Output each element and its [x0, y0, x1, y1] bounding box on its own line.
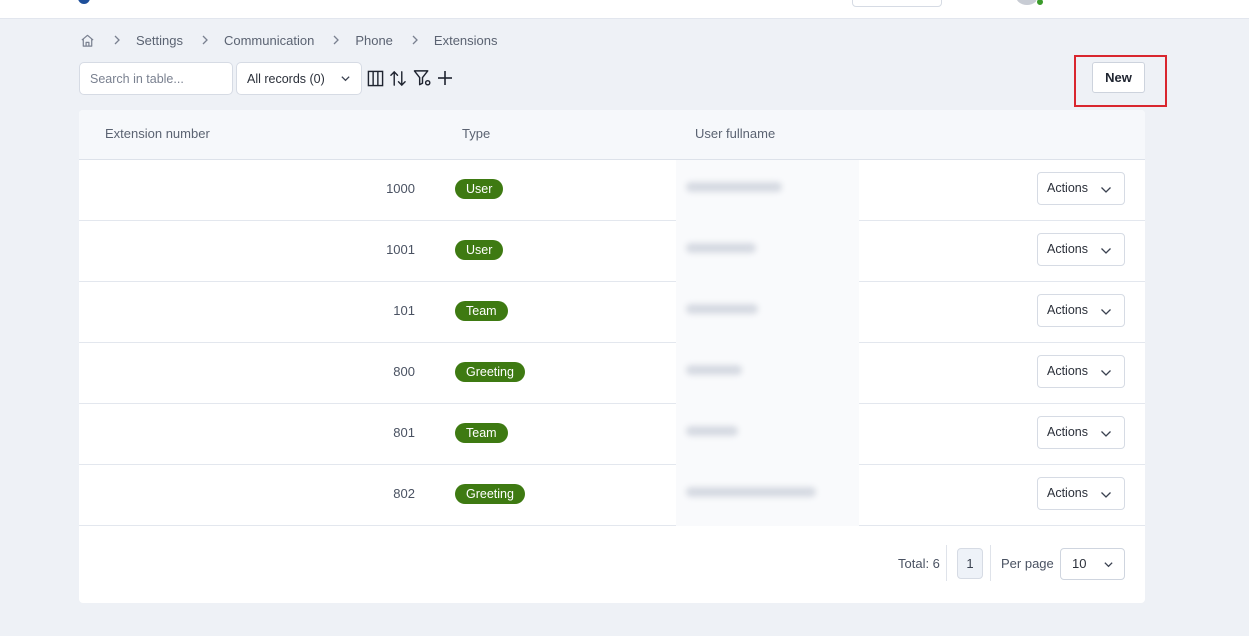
type-badge: Greeting — [455, 484, 525, 504]
chevron-down-icon — [1101, 431, 1111, 437]
user-fullname-redacted — [676, 282, 859, 343]
user-fullname-redacted — [676, 160, 859, 221]
chevron-down-icon — [1101, 248, 1111, 254]
user-fullname-redacted — [676, 465, 859, 526]
actions-dropdown[interactable]: Actions — [1037, 294, 1125, 327]
header-type[interactable]: Type — [462, 126, 490, 141]
extensions-table: Extension number Type User fullname 1000… — [79, 110, 1145, 603]
breadcrumb-communication[interactable]: Communication — [224, 33, 314, 48]
actions-dropdown[interactable]: Actions — [1037, 233, 1125, 266]
records-filter-select[interactable]: All records (0) — [236, 62, 362, 95]
breadcrumb-settings[interactable]: Settings — [136, 33, 183, 48]
type-badge: Team — [455, 423, 508, 443]
user-fullname-redacted — [676, 343, 859, 404]
table-row[interactable]: 800 Greeting Actions — [79, 343, 1145, 404]
sort-icon[interactable] — [388, 68, 408, 88]
divider — [946, 545, 947, 581]
user-fullname-redacted — [676, 221, 859, 282]
header-extension-number[interactable]: Extension number — [105, 126, 210, 141]
app-logo[interactable] — [78, 0, 90, 4]
actions-label: Actions — [1047, 425, 1088, 439]
search-input[interactable] — [79, 62, 233, 95]
new-button[interactable]: New — [1092, 62, 1145, 93]
extension-number: 800 — [393, 364, 415, 379]
total-count: Total: 6 — [898, 556, 940, 571]
filter-settings-icon[interactable] — [412, 68, 432, 88]
actions-dropdown[interactable]: Actions — [1037, 355, 1125, 388]
type-badge: Greeting — [455, 362, 525, 382]
per-page-value: 10 — [1072, 556, 1087, 571]
columns-icon[interactable] — [365, 68, 385, 88]
extension-number: 101 — [393, 303, 415, 318]
top-bar-button[interactable] — [852, 0, 942, 7]
home-icon[interactable] — [79, 32, 95, 48]
actions-dropdown[interactable]: Actions — [1037, 477, 1125, 510]
breadcrumb-extensions: Extensions — [433, 32, 498, 48]
chevron-down-icon — [1101, 492, 1111, 498]
extension-number: 801 — [393, 425, 415, 440]
header-user-fullname[interactable]: User fullname — [695, 126, 775, 141]
per-page-select[interactable]: 10 — [1060, 548, 1125, 580]
table-row[interactable]: 801 Team Actions — [79, 404, 1145, 465]
breadcrumb-separator-icon — [197, 32, 213, 48]
table-row[interactable]: 101 Team Actions — [79, 282, 1145, 343]
chevron-down-icon — [1104, 562, 1113, 568]
per-page-label: Per page — [1001, 556, 1054, 571]
extension-number: 1001 — [386, 242, 415, 257]
table-row[interactable]: 1001 User Actions — [79, 221, 1145, 282]
breadcrumb: Settings Communication Phone Extensions — [79, 31, 498, 49]
actions-label: Actions — [1047, 364, 1088, 378]
breadcrumb-separator-icon — [109, 32, 125, 48]
extension-number: 802 — [393, 486, 415, 501]
page-button-1[interactable]: 1 — [957, 548, 983, 579]
type-badge: User — [455, 179, 504, 199]
breadcrumb-separator-icon — [328, 32, 344, 48]
chevron-down-icon — [1101, 370, 1111, 376]
actions-dropdown[interactable]: Actions — [1037, 416, 1125, 449]
online-status-dot — [1036, 0, 1044, 6]
type-badge: User — [455, 240, 504, 260]
extension-number: 1000 — [386, 181, 415, 196]
actions-label: Actions — [1047, 242, 1088, 256]
table-row[interactable]: 802 Greeting Actions — [79, 465, 1145, 526]
actions-label: Actions — [1047, 303, 1088, 317]
actions-label: Actions — [1047, 181, 1088, 195]
actions-dropdown[interactable]: Actions — [1037, 172, 1125, 205]
records-filter-label: All records (0) — [247, 71, 325, 86]
breadcrumb-phone[interactable]: Phone — [355, 33, 393, 48]
chevron-down-icon — [1101, 309, 1111, 315]
divider — [990, 545, 991, 581]
top-bar — [0, 0, 1249, 19]
actions-label: Actions — [1047, 486, 1088, 500]
chevron-down-icon — [1101, 187, 1111, 193]
plus-icon[interactable] — [435, 68, 455, 88]
table-footer: Total: 6 1 Per page 10 — [79, 526, 1145, 603]
type-badge: Team — [455, 301, 508, 321]
chevron-down-icon — [341, 76, 350, 82]
table-row[interactable]: 1000 User Actions — [79, 160, 1145, 221]
avatar[interactable] — [1016, 0, 1038, 5]
breadcrumb-separator-icon — [407, 32, 423, 48]
table-header: Extension number Type User fullname — [79, 110, 1145, 160]
user-fullname-redacted — [676, 404, 859, 465]
